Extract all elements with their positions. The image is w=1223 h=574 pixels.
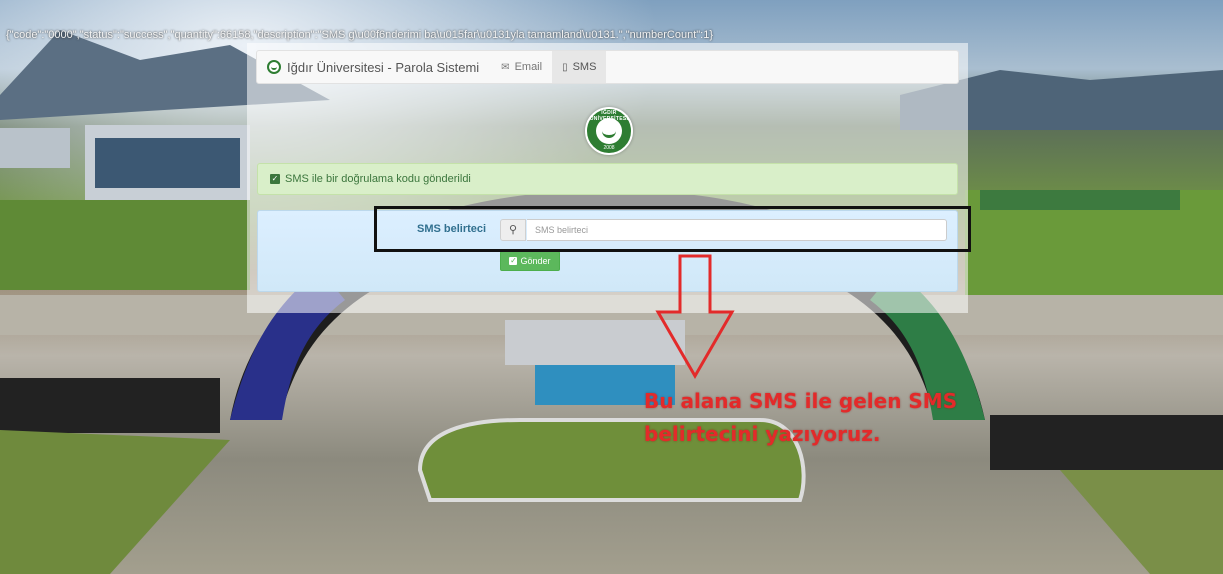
- brand-title: Iğdır Üniversitesi - Parola Sistemi: [287, 59, 480, 75]
- alert-message: SMS ile bir doğrulama kodu gönderildi: [285, 173, 471, 185]
- tab-sms-label: SMS: [572, 61, 597, 73]
- navbar-brand[interactable]: Iğdır Üniversitesi - Parola Sistemi: [257, 51, 491, 83]
- annotation-arrow-icon: [655, 254, 735, 379]
- success-alert: ✓ SMS ile bir doğrulama kodu gönderildi: [257, 163, 958, 195]
- annotation-line-2: belirtecini yazıyoruz.: [644, 422, 881, 446]
- check-square-icon: ✓: [509, 256, 518, 265]
- mobile-icon: ▯: [562, 61, 568, 73]
- top-navbar: Iğdır Üniversitesi - Parola Sistemi ✉ Em…: [256, 50, 959, 84]
- emblem-mark-icon: [596, 118, 622, 144]
- annotation-highlight-box: [374, 206, 971, 252]
- university-logo-icon: [267, 60, 281, 74]
- send-button-label: Gönder: [520, 256, 551, 266]
- send-button[interactable]: ✓ Gönder: [500, 251, 560, 271]
- tab-sms[interactable]: ▯ SMS: [552, 51, 607, 83]
- envelope-icon: ✉: [501, 61, 510, 73]
- tab-email[interactable]: ✉ Email: [491, 51, 552, 83]
- raw-response-text: {"code":"0000","status":"success","quant…: [6, 29, 714, 41]
- checkbox-checked-icon: ✓: [270, 174, 280, 184]
- university-emblem: IĞDIR ÜNİVERSİTESİ 2008: [585, 107, 633, 155]
- tab-email-label: Email: [514, 61, 543, 73]
- annotation-line-1: Bu alana SMS ile gelen SMS: [644, 389, 958, 413]
- annotation-text: Bu alana SMS ile gelen SMS belirtecini y…: [644, 385, 1014, 451]
- emblem-year: 2008: [603, 145, 615, 151]
